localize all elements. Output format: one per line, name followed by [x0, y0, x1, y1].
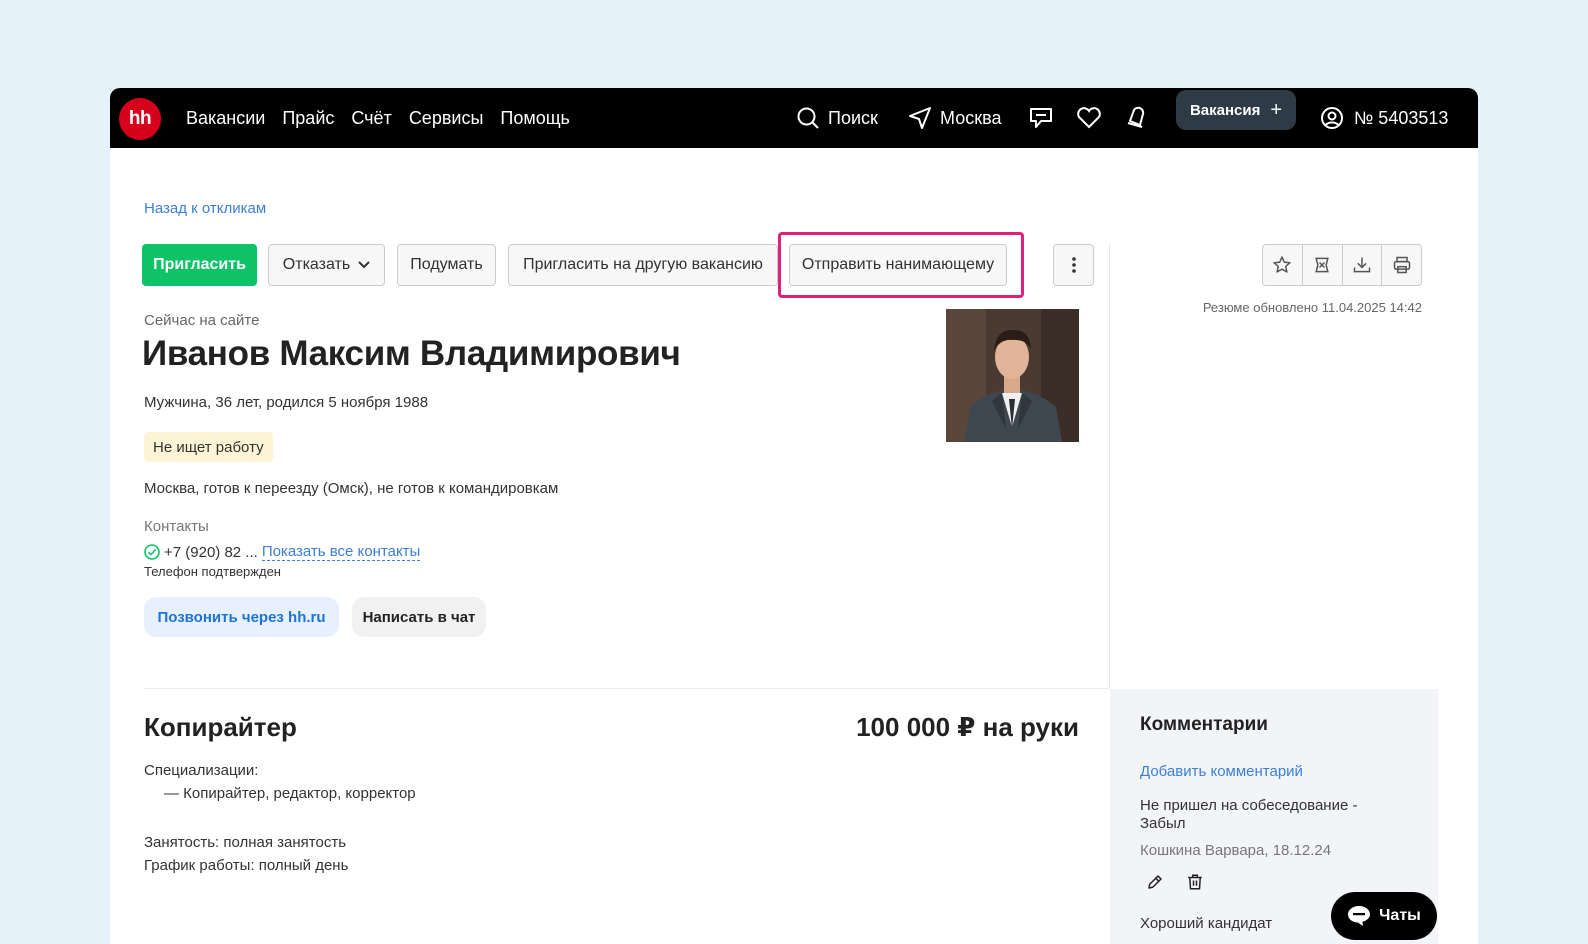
phone-verified-note: Телефон подтвержден [144, 564, 281, 579]
account-number: № 5403513 [1354, 107, 1449, 128]
employment-type: Занятость: полная занятость [144, 834, 347, 851]
candidate-portrait-image [946, 309, 1079, 442]
more-actions-button[interactable] [1053, 244, 1094, 286]
section-divider [144, 688, 1110, 689]
specialization-item: — Копирайтер, редактор, корректор [164, 785, 416, 802]
online-status: Сейчас на сайте [144, 312, 260, 329]
invite-label: Пригласить [153, 256, 246, 273]
hide-resume-button[interactable] [1303, 245, 1343, 285]
create-vacancy-button[interactable]: Вакансия + [1176, 90, 1296, 130]
invite-other-vacancy-button[interactable]: Пригласить на другую вакансию [508, 244, 778, 286]
chat-bubble-icon [1030, 108, 1052, 128]
show-all-contacts-link[interactable]: Показать все контакты [261, 543, 421, 561]
search-label: Поиск [828, 107, 878, 128]
relocation-info: Москва, готов к переезду (Омск), не гото… [144, 480, 559, 497]
nav-item-account-bill[interactable]: Счёт [351, 108, 391, 129]
search-button[interactable]: Поиск [796, 106, 878, 130]
star-icon [1273, 256, 1292, 273]
write-to-chat-button[interactable]: Написать в чат [352, 597, 486, 637]
comment-author: Кошкина Варвара, 18.12.24 [1140, 842, 1332, 859]
invite-other-label: Пригласить на другую вакансию [523, 256, 763, 273]
phone-line: +7 (920) 82 ... Показать все контакты [144, 543, 421, 561]
nav-item-services[interactable]: Сервисы [409, 108, 484, 129]
pencil-icon[interactable] [1146, 873, 1164, 891]
scroll-icon [1315, 257, 1329, 273]
plus-icon: + [1270, 98, 1283, 121]
work-schedule: График работы: полный день [144, 857, 349, 874]
comments-title: Комментарии [1140, 714, 1268, 735]
search-icon [797, 107, 819, 129]
vertical-dots-icon [1071, 257, 1076, 273]
favorite-button[interactable] [1263, 245, 1303, 285]
download-button[interactable] [1343, 245, 1383, 285]
reject-dropdown-button[interactable]: Отказать [268, 244, 385, 286]
download-icon [1353, 257, 1371, 273]
user-avatar-icon [1321, 107, 1343, 129]
chevron-down-icon [358, 261, 370, 269]
messages-button[interactable] [1028, 106, 1054, 130]
chat-label: Написать в чат [362, 608, 476, 626]
nav-item-price[interactable]: Прайс [282, 108, 334, 129]
account-menu[interactable]: № 5403513 [1320, 88, 1448, 148]
comment-text-2: Хороший кандидат [1140, 915, 1273, 932]
phone-number: +7 (920) 82 ... [164, 543, 258, 561]
top-navigation-bar: hh Вакансии Прайс Счёт Сервисы Помощь По… [110, 88, 1478, 148]
notifications-button[interactable] [1124, 106, 1148, 130]
nav-item-help[interactable]: Помощь [500, 108, 570, 129]
invite-button[interactable]: Пригласить [142, 244, 257, 286]
hh-logo[interactable]: hh [119, 98, 161, 140]
location-arrow-icon [909, 107, 931, 129]
job-search-status-text: Не ищет работу [153, 438, 264, 456]
candidate-bio: Мужчина, 36 лет, родился 5 ноября 1988 [144, 394, 429, 411]
chat-bubble-icon [1348, 906, 1371, 926]
specializations-label: Специализации: [144, 762, 259, 779]
desired-salary: 100 000 ₽ на руки [856, 712, 1079, 742]
favorites-button[interactable] [1076, 106, 1102, 130]
resume-tools [1262, 244, 1422, 286]
candidate-photo [946, 309, 1079, 442]
think-label: Подумать [410, 256, 483, 273]
nav-item-vacancies[interactable]: Вакансии [186, 108, 265, 129]
contacts-heading: Контакты [144, 518, 209, 535]
comment-actions [1146, 873, 1204, 891]
trash-icon[interactable] [1186, 873, 1204, 891]
column-divider [1109, 244, 1110, 689]
main-nav: Вакансии Прайс Счёт Сервисы Помощь [186, 88, 570, 148]
think-button[interactable]: Подумать [397, 244, 496, 286]
back-to-responses-link[interactable]: Назад к откликам [144, 200, 266, 217]
call-label: Позвонить через hh.ru [157, 608, 326, 626]
send-to-hiring-manager-button[interactable]: Отправить нанимающему [789, 244, 1007, 286]
chats-label: Чаты [1379, 907, 1421, 924]
add-comment-link[interactable]: Добавить комментарий [1140, 763, 1303, 780]
send-to-hiring-label: Отправить нанимающему [801, 256, 995, 273]
call-via-hh-button[interactable]: Позвонить через hh.ru [144, 597, 339, 637]
city-label: Москва [940, 107, 1002, 128]
resume-updated-timestamp: Резюме обновлено 11.04.2025 14:42 [1202, 300, 1422, 315]
candidate-name: Иванов Максим Владимирович [142, 334, 681, 373]
reject-label: Отказать [282, 256, 351, 273]
comment-text: Не пришел на собеседование - Забыл [1140, 797, 1358, 832]
city-selector[interactable]: Москва [908, 106, 1001, 130]
printer-icon [1393, 256, 1410, 274]
desired-position-title: Копирайтер [144, 712, 297, 742]
create-vacancy-label: Вакансия [1189, 101, 1261, 119]
bell-icon [1127, 106, 1145, 128]
job-search-status-badge: Не ищет работу [144, 432, 273, 462]
verified-check-icon [144, 544, 160, 560]
print-button[interactable] [1382, 245, 1421, 285]
heart-icon [1077, 107, 1101, 129]
browser-frame: hh Вакансии Прайс Счёт Сервисы Помощь По… [110, 88, 1478, 944]
chats-button[interactable]: Чаты [1331, 892, 1437, 940]
